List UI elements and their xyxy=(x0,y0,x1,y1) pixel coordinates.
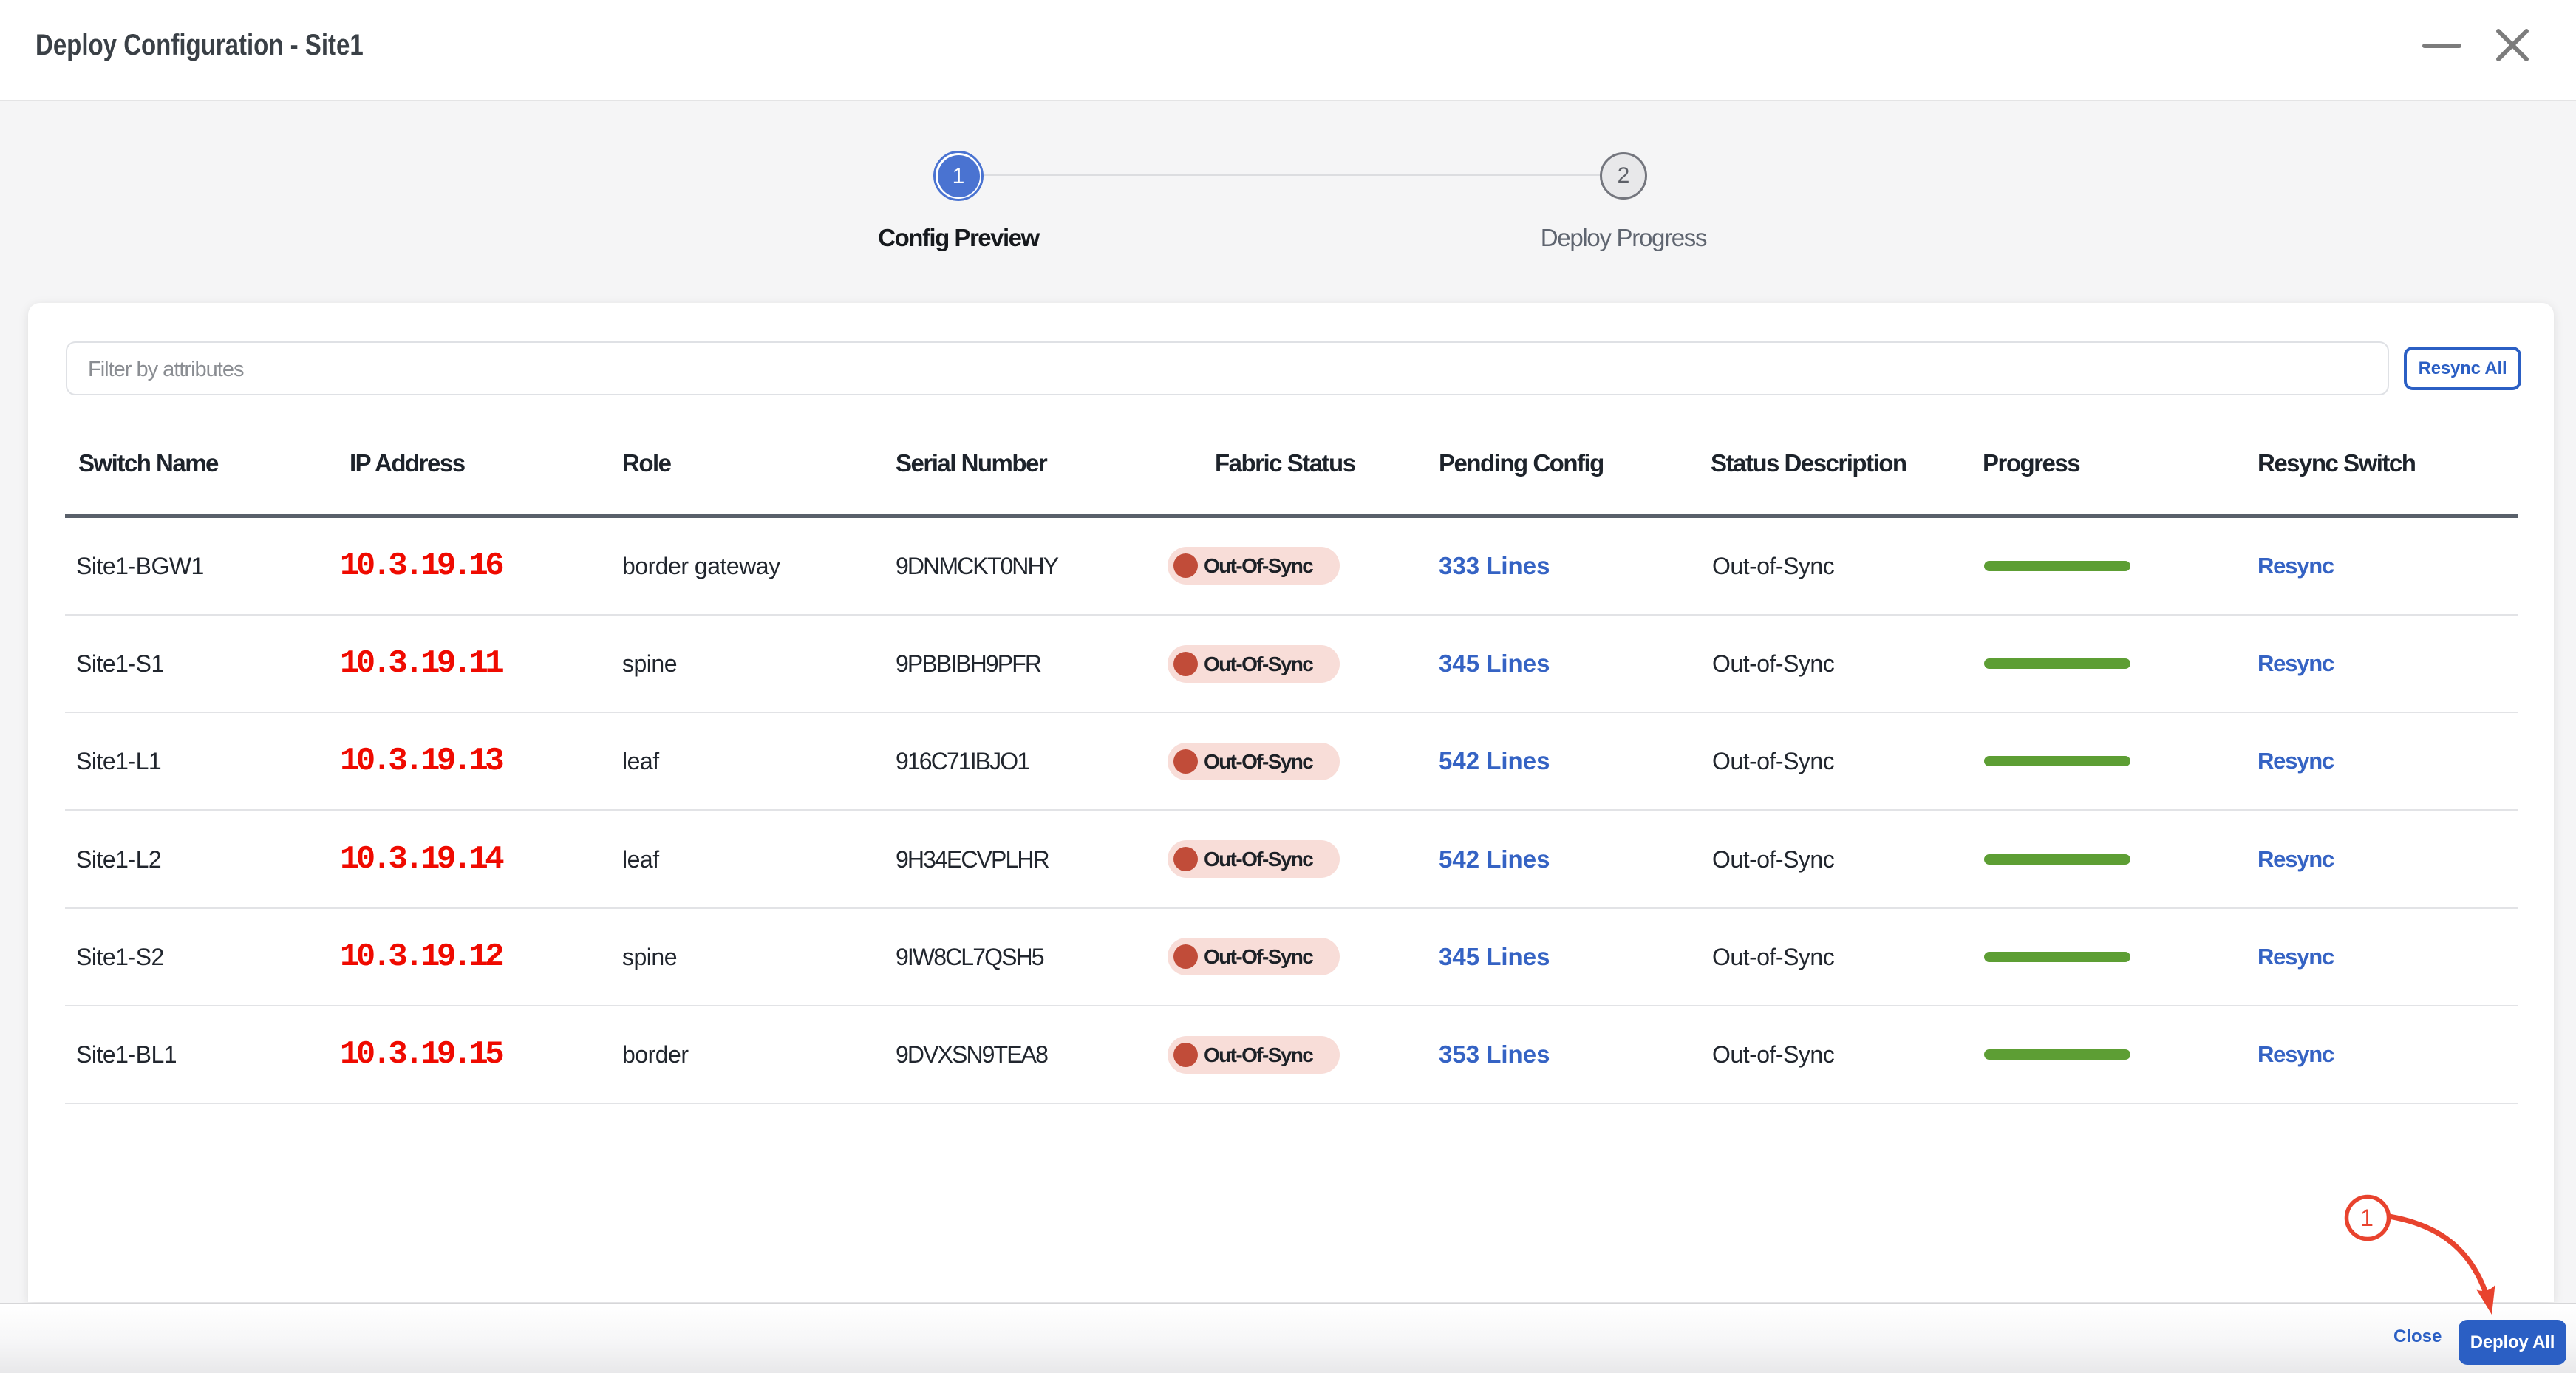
svg-text:1: 1 xyxy=(2360,1205,2374,1231)
